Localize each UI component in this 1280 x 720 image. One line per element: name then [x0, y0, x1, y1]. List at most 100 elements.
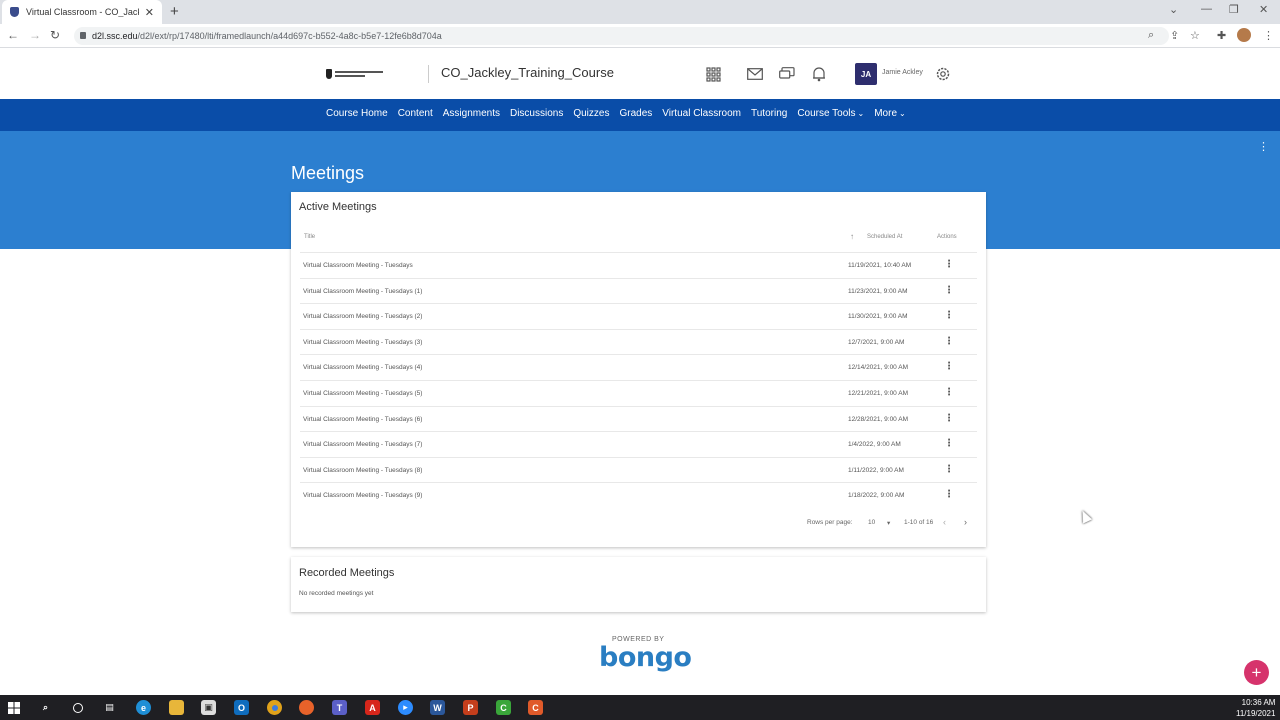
- chrome-icon[interactable]: [267, 700, 282, 715]
- store-icon[interactable]: ▣: [201, 700, 216, 715]
- nav-course-tools[interactable]: Course Tools ⌄: [797, 108, 864, 119]
- select-caret-icon[interactable]: ▾: [887, 519, 890, 527]
- recorder-icon[interactable]: C: [528, 700, 543, 715]
- nav-content[interactable]: Content: [398, 108, 433, 119]
- extensions-icon[interactable]: ✚: [1217, 29, 1226, 42]
- previous-page-icon[interactable]: ‹: [943, 517, 946, 527]
- row-actions-kebab-icon[interactable]: ⋮: [944, 464, 954, 475]
- minimize-icon[interactable]: —: [1201, 3, 1212, 15]
- row-actions-kebab-icon[interactable]: ⋮: [944, 413, 954, 424]
- firefox-icon[interactable]: [299, 700, 314, 715]
- settings-gear-icon[interactable]: [933, 64, 953, 84]
- meeting-title[interactable]: Virtual Classroom Meeting - Tuesdays (6): [303, 416, 422, 423]
- table-row[interactable]: Virtual Classroom Meeting - Tuesdays (7)…: [300, 431, 977, 457]
- forward-icon[interactable]: →: [29, 28, 41, 42]
- zoom-app-icon[interactable]: ▸: [398, 700, 413, 715]
- row-actions-kebab-icon[interactable]: ⋮: [944, 336, 954, 347]
- user-name[interactable]: Jamie Ackley: [882, 69, 923, 76]
- column-header-scheduled[interactable]: Scheduled At: [867, 234, 902, 240]
- powerpoint-icon[interactable]: P: [463, 700, 478, 715]
- course-selector-grid-icon[interactable]: [703, 64, 723, 84]
- college-logo[interactable]: [326, 67, 384, 81]
- row-actions-kebab-icon[interactable]: ⋮: [944, 361, 954, 372]
- browser-menu-icon[interactable]: ⋮: [1263, 29, 1274, 42]
- row-actions-kebab-icon[interactable]: ⋮: [944, 259, 954, 270]
- share-icon[interactable]: ⇪: [1170, 29, 1179, 42]
- nav-discussions[interactable]: Discussions: [510, 108, 563, 119]
- close-tab-icon[interactable]: ✕: [145, 6, 154, 19]
- windows-start-icon[interactable]: [6, 700, 21, 715]
- meeting-title[interactable]: Virtual Classroom Meeting - Tuesdays (4): [303, 364, 422, 371]
- next-page-icon[interactable]: ›: [964, 517, 967, 527]
- edge-icon[interactable]: e: [136, 700, 151, 715]
- meeting-title[interactable]: Virtual Classroom Meeting - Tuesdays: [303, 262, 413, 269]
- camtasia-icon[interactable]: C: [496, 700, 511, 715]
- meeting-title[interactable]: Virtual Classroom Meeting - Tuesdays (8): [303, 467, 422, 474]
- row-actions-kebab-icon[interactable]: ⋮: [944, 387, 954, 398]
- outlook-icon[interactable]: O: [234, 700, 249, 715]
- meeting-title[interactable]: Virtual Classroom Meeting - Tuesdays (1): [303, 288, 422, 295]
- table-row[interactable]: Virtual Classroom Meeting - Tuesdays (5)…: [300, 379, 977, 406]
- user-avatar[interactable]: JA: [855, 63, 877, 85]
- table-row[interactable]: Virtual Classroom Meeting - Tuesdays (2)…: [300, 303, 977, 329]
- nav-course-home[interactable]: Course Home: [326, 108, 388, 119]
- table-row[interactable]: Virtual Classroom Meeting - Tuesdays (9)…: [300, 482, 977, 508]
- browser-tab-title: Virtual Classroom - CO_Jackley_T: [26, 7, 139, 17]
- table-row[interactable]: Virtual Classroom Meeting - Tuesdays (6)…: [300, 405, 977, 432]
- notifications-bell-icon[interactable]: [809, 64, 829, 84]
- browser-tab[interactable]: Virtual Classroom - CO_Jackley_T ✕: [2, 0, 162, 24]
- row-actions-kebab-icon[interactable]: ⋮: [944, 285, 954, 296]
- close-window-icon[interactable]: ✕: [1259, 3, 1268, 16]
- nav-quizzes[interactable]: Quizzes: [573, 108, 609, 119]
- reload-icon[interactable]: ↻: [50, 28, 60, 42]
- search-icon[interactable]: ⌕: [38, 700, 53, 715]
- zoom-icon[interactable]: ⌕: [1148, 29, 1154, 42]
- column-header-title[interactable]: Title: [304, 234, 315, 240]
- restore-icon[interactable]: ❐: [1229, 3, 1239, 16]
- bookmark-star-icon[interactable]: ☆: [1190, 29, 1200, 42]
- messages-icon[interactable]: [777, 64, 797, 84]
- table-row[interactable]: Virtual Classroom Meeting - Tuesdays (1)…: [300, 277, 977, 304]
- meeting-title[interactable]: Virtual Classroom Meeting - Tuesdays (9): [303, 492, 422, 499]
- meeting-title[interactable]: Virtual Classroom Meeting - Tuesdays (7): [303, 441, 422, 448]
- rows-per-page-select[interactable]: 10: [868, 519, 875, 526]
- table-row[interactable]: Virtual Classroom Meeting - Tuesdays (4)…: [300, 354, 977, 380]
- course-title[interactable]: CO_Jackley_Training_Course: [441, 65, 614, 80]
- row-actions-kebab-icon[interactable]: ⋮: [944, 310, 954, 321]
- file-explorer-icon[interactable]: [169, 700, 184, 715]
- new-tab-icon[interactable]: +: [170, 3, 179, 20]
- add-meeting-button[interactable]: +: [1244, 660, 1269, 685]
- d2l-favicon-icon: [10, 7, 19, 17]
- row-actions-kebab-icon[interactable]: ⋮: [944, 489, 954, 500]
- email-icon[interactable]: [745, 64, 765, 84]
- nav-tutoring[interactable]: Tutoring: [751, 108, 787, 119]
- active-meetings-title: Active Meetings: [299, 201, 377, 213]
- meeting-title[interactable]: Virtual Classroom Meeting - Tuesdays (2): [303, 313, 422, 320]
- nav-grades[interactable]: Grades: [619, 108, 652, 119]
- nav-assignments[interactable]: Assignments: [443, 108, 500, 119]
- meeting-title[interactable]: Virtual Classroom Meeting - Tuesdays (5): [303, 390, 422, 397]
- back-icon[interactable]: ←: [7, 28, 19, 42]
- meeting-title[interactable]: Virtual Classroom Meeting - Tuesdays (3): [303, 339, 422, 346]
- page-title: Meetings: [291, 163, 365, 183]
- teams-icon[interactable]: T: [332, 700, 347, 715]
- kebab-menu-icon[interactable]: ⋮: [1258, 140, 1269, 153]
- task-view-icon[interactable]: ▤: [102, 700, 117, 715]
- sort-arrow-up-icon[interactable]: ↑: [850, 232, 854, 241]
- word-icon[interactable]: W: [430, 700, 445, 715]
- row-actions-kebab-icon[interactable]: ⋮: [944, 438, 954, 449]
- acrobat-icon[interactable]: A: [365, 700, 380, 715]
- nav-virtual-classroom[interactable]: Virtual Classroom: [662, 108, 741, 119]
- url-field[interactable]: d2l.ssc.edu/d2l/ext/rp/17480/lti/framedl…: [74, 27, 1169, 45]
- table-row[interactable]: Virtual Classroom Meeting - Tuesdays (3)…: [300, 328, 977, 355]
- table-row[interactable]: Virtual Classroom Meeting - Tuesdays (8)…: [300, 456, 977, 483]
- nav-label: Content: [397, 108, 433, 119]
- windows-taskbar: ⌕ ▤ e ▣ O T A ▸ W P C C 10:36 AM 11/19/2…: [0, 695, 1280, 720]
- address-bar-row: ← → ↻ d2l.ssc.edu/d2l/ext/rp/17480/lti/f…: [0, 24, 1280, 48]
- cortana-icon[interactable]: [70, 700, 85, 715]
- system-clock[interactable]: 10:36 AM 11/19/2021: [1236, 697, 1275, 719]
- table-row[interactable]: Virtual Classroom Meeting - Tuesdays 11/1…: [300, 252, 977, 278]
- profile-avatar[interactable]: [1237, 28, 1251, 42]
- tab-search-icon[interactable]: ⌄: [1169, 3, 1178, 16]
- nav-more[interactable]: More ⌄: [874, 108, 906, 119]
